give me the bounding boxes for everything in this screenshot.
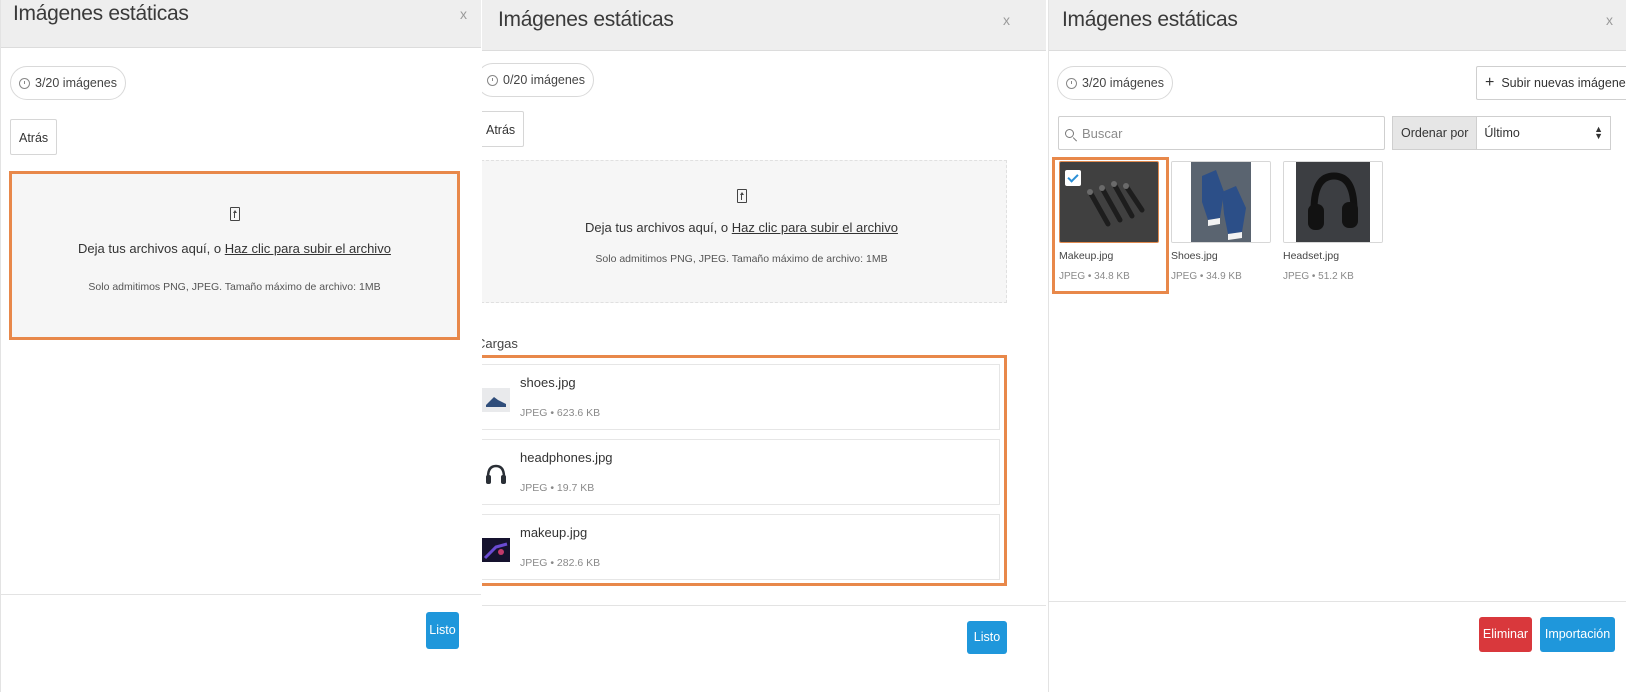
sort-control: Ordenar por Último ▲ ▼: [1392, 116, 1611, 150]
dialog-image-library: Imágenes estáticas x 3/20 imágenes + Sub…: [1048, 0, 1626, 692]
upload-item: headphones.jpg JPEG • 19.7 KB: [482, 439, 1000, 505]
shoe-thumbnail: [482, 388, 510, 412]
image-card[interactable]: Makeup.jpg JPEG • 34.8 KB: [1059, 161, 1159, 282]
image-meta: JPEG • 34.8 KB: [1059, 271, 1130, 282]
close-icon[interactable]: x: [460, 6, 467, 22]
image-thumbnail[interactable]: [1283, 161, 1383, 243]
delete-button[interactable]: Eliminar: [1479, 617, 1532, 652]
image-thumbnail[interactable]: [1171, 161, 1271, 243]
file-dropzone[interactable]: Deja tus archivos aquí, o Haz clic para …: [9, 171, 460, 340]
dialog-header: Imágenes estáticas x: [482, 0, 1046, 51]
uploads-heading: Cargas: [482, 336, 518, 351]
footer-divider: [1049, 601, 1626, 602]
search-icon: [1065, 128, 1074, 138]
clock-icon: [19, 77, 30, 89]
file-upload-icon: [736, 189, 747, 203]
dropzone-instructions: Deja tus archivos aquí, o Haz clic para …: [12, 241, 457, 256]
image-counter: 3/20 imágenes: [1057, 66, 1174, 100]
shoes-image: [1172, 162, 1270, 242]
upload-file-meta: JPEG • 19.7 KB: [520, 482, 595, 494]
image-meta: JPEG • 34.9 KB: [1171, 271, 1242, 282]
click-to-upload-link[interactable]: Haz clic para subir el archivo: [225, 241, 391, 256]
dropzone-prefix: Deja tus archivos aquí, o: [585, 220, 732, 235]
clock-icon: [1066, 77, 1077, 89]
upload-file-name: makeup.jpg: [520, 525, 588, 540]
file-dropzone[interactable]: Deja tus archivos aquí, o Haz clic para …: [482, 160, 1007, 303]
dropzone-instructions: Deja tus archivos aquí, o Haz clic para …: [482, 220, 1006, 235]
dialog-title: Imágenes estáticas: [1062, 8, 1238, 31]
uploads-list: shoes.jpg JPEG • 623.6 KB headphones.jpg…: [482, 355, 1007, 586]
image-counter-label: 3/20 imágenes: [35, 76, 118, 90]
upload-new-images-label: Subir nuevas imágenes: [1501, 76, 1626, 90]
image-name: Makeup.jpg: [1059, 250, 1114, 262]
updown-arrows-icon: ▲ ▼: [1594, 124, 1603, 141]
headphones-thumbnail: [482, 463, 510, 487]
search-input[interactable]: Buscar: [1058, 116, 1385, 150]
upload-file-name: shoes.jpg: [520, 375, 576, 390]
back-button[interactable]: Atrás: [10, 119, 58, 155]
upload-item: makeup.jpg JPEG • 282.6 KB: [482, 514, 1000, 580]
headset-image: [1284, 162, 1382, 242]
file-upload-icon: [229, 207, 240, 221]
image-name: Headset.jpg: [1283, 250, 1340, 262]
close-icon[interactable]: x: [1003, 12, 1010, 28]
image-card[interactable]: Headset.jpg JPEG • 51.2 KB: [1283, 161, 1383, 282]
close-icon[interactable]: x: [1606, 12, 1613, 28]
sort-select[interactable]: Último ▲ ▼: [1476, 116, 1611, 150]
image-counter: 0/20 imágenes: [482, 63, 595, 97]
image-card[interactable]: Shoes.jpg JPEG • 34.9 KB: [1171, 161, 1271, 282]
upload-file-meta: JPEG • 623.6 KB: [520, 407, 601, 419]
checkmark-icon[interactable]: [1065, 170, 1081, 186]
import-button[interactable]: Importación: [1540, 617, 1615, 652]
image-name: Shoes.jpg: [1171, 250, 1218, 262]
done-button[interactable]: Listo: [967, 621, 1007, 654]
plus-icon: +: [1485, 74, 1495, 91]
image-meta: JPEG • 51.2 KB: [1283, 271, 1354, 282]
sort-label: Ordenar por: [1392, 116, 1477, 150]
done-button[interactable]: Listo: [426, 612, 459, 649]
dropzone-file-limits: Solo admitimos PNG, JPEG. Tamaño máximo …: [88, 281, 381, 293]
dialog-upload-empty: Imágenes estáticas x 3/20 imágenes Atrás…: [0, 0, 481, 692]
dialog-header: Imágenes estáticas x: [1049, 0, 1626, 51]
click-to-upload-link[interactable]: Haz clic para subir el archivo: [732, 220, 898, 235]
image-counter: 3/20 imágenes: [10, 66, 127, 100]
search-placeholder: Buscar: [1082, 125, 1123, 141]
footer-divider: [482, 605, 1046, 606]
dialog-upload-progress: Imágenes estáticas x 0/20 imágenes Atrás…: [482, 0, 1046, 692]
dropzone-prefix: Deja tus archivos aquí, o: [78, 241, 225, 256]
image-counter-label: 3/20 imágenes: [1082, 76, 1165, 90]
dialog-header: Imágenes estáticas x: [1, 0, 481, 48]
dialog-title: Imágenes estáticas: [13, 2, 189, 25]
upload-item: shoes.jpg JPEG • 623.6 KB: [482, 364, 1000, 430]
makeup-thumbnail: [482, 538, 510, 562]
image-thumbnail[interactable]: [1059, 161, 1159, 243]
dropzone-file-limits: Solo admitimos PNG, JPEG. Tamaño máximo …: [595, 253, 888, 265]
sort-selected-value: Último: [1484, 126, 1520, 140]
footer-divider: [1, 594, 481, 595]
clock-icon: [487, 74, 498, 86]
dialog-title: Imágenes estáticas: [498, 8, 674, 31]
upload-new-images-button[interactable]: + Subir nuevas imágenes: [1476, 66, 1626, 100]
back-button[interactable]: Atrás: [482, 111, 525, 147]
image-counter-label: 0/20 imágenes: [503, 73, 586, 87]
upload-file-name: headphones.jpg: [520, 450, 613, 465]
upload-file-meta: JPEG • 282.6 KB: [520, 557, 601, 569]
